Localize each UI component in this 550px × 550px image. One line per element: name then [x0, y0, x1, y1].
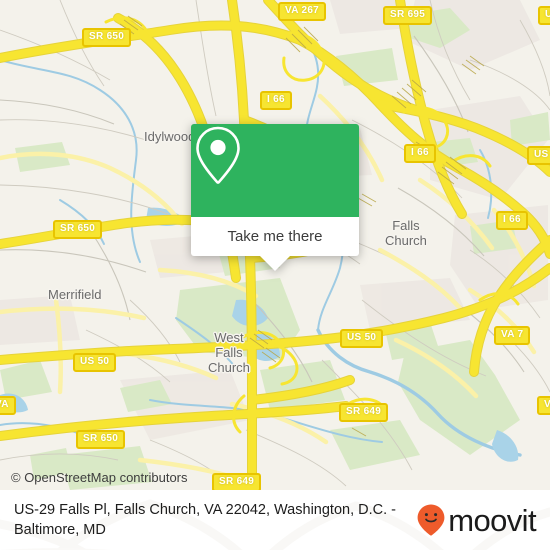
road-shield: SR 650: [82, 28, 132, 47]
moovit-wordmark: moovit: [448, 502, 536, 538]
location-pin-icon: [196, 126, 240, 184]
road-shield: VA: [0, 396, 16, 415]
road-shield: I 66: [496, 211, 528, 230]
road-shield: US: [527, 146, 550, 165]
map-canvas[interactable]: .rdM{stroke:#f7e531;stroke-width:8;fill:…: [0, 0, 550, 490]
moovit-pin-icon: [417, 504, 445, 536]
popup-card-pointer: [260, 256, 290, 271]
footer-bar: US-29 Falls Pl, Falls Church, VA 22042, …: [0, 490, 550, 550]
road-shield: SR 649: [339, 403, 389, 422]
road-shield: VA 267: [278, 2, 327, 21]
road-shield: I 66: [260, 91, 292, 110]
location-popup-card[interactable]: Take me there: [191, 124, 359, 271]
location-title: US-29 Falls Pl, Falls Church, VA 22042, …: [14, 502, 396, 538]
take-me-there-button[interactable]: Take me there: [191, 217, 359, 256]
place-label-idylwood: Idylwood: [144, 129, 196, 144]
road-shield: SR 695: [383, 6, 433, 25]
road-shield: SR 650: [76, 430, 126, 449]
road-shield: I 66: [404, 144, 436, 163]
place-label-falls-church: Falls Church: [385, 218, 427, 248]
road-shield: US: [538, 6, 550, 25]
take-me-there-label: Take me there: [227, 228, 323, 245]
place-label-line: Falls: [215, 345, 243, 360]
road-shield: SR 650: [53, 220, 103, 239]
road-shield: SR 649: [212, 473, 262, 490]
osm-attribution[interactable]: © OpenStreetMap contributors: [11, 470, 188, 485]
place-label-west-falls-church: West Falls Church: [208, 330, 250, 375]
popup-card-header: [191, 124, 359, 217]
place-label-line: Church: [385, 233, 427, 248]
place-label-line: West: [214, 330, 244, 345]
road-shield: VA 7: [494, 326, 531, 345]
place-label-merrifield: Merrifield: [48, 287, 102, 302]
map-screenshot: .rdM{stroke:#f7e531;stroke-width:8;fill:…: [0, 0, 550, 550]
place-label-line: Falls: [392, 218, 420, 233]
road-shield: US 50: [73, 353, 117, 372]
place-label-line: Church: [208, 360, 250, 375]
road-shield: US 50: [340, 329, 384, 348]
moovit-logo[interactable]: moovit: [416, 502, 537, 538]
road-shield: VA: [537, 396, 550, 415]
